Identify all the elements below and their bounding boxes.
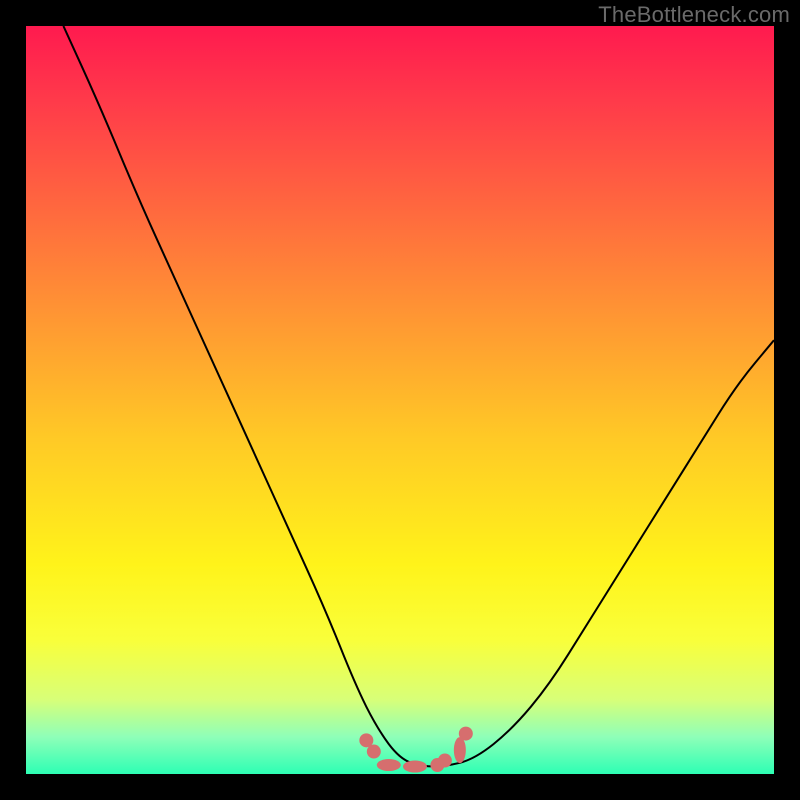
trough-marker <box>367 745 381 759</box>
chart-plot-area <box>26 26 774 774</box>
trough-marker <box>459 727 473 741</box>
bottleneck-curve <box>63 26 774 767</box>
trough-markers <box>359 727 472 773</box>
trough-marker <box>403 761 427 773</box>
trough-marker <box>438 754 452 768</box>
trough-marker <box>454 737 466 763</box>
chart-svg <box>26 26 774 774</box>
trough-marker <box>377 759 401 771</box>
watermark-text: TheBottleneck.com <box>598 2 790 28</box>
